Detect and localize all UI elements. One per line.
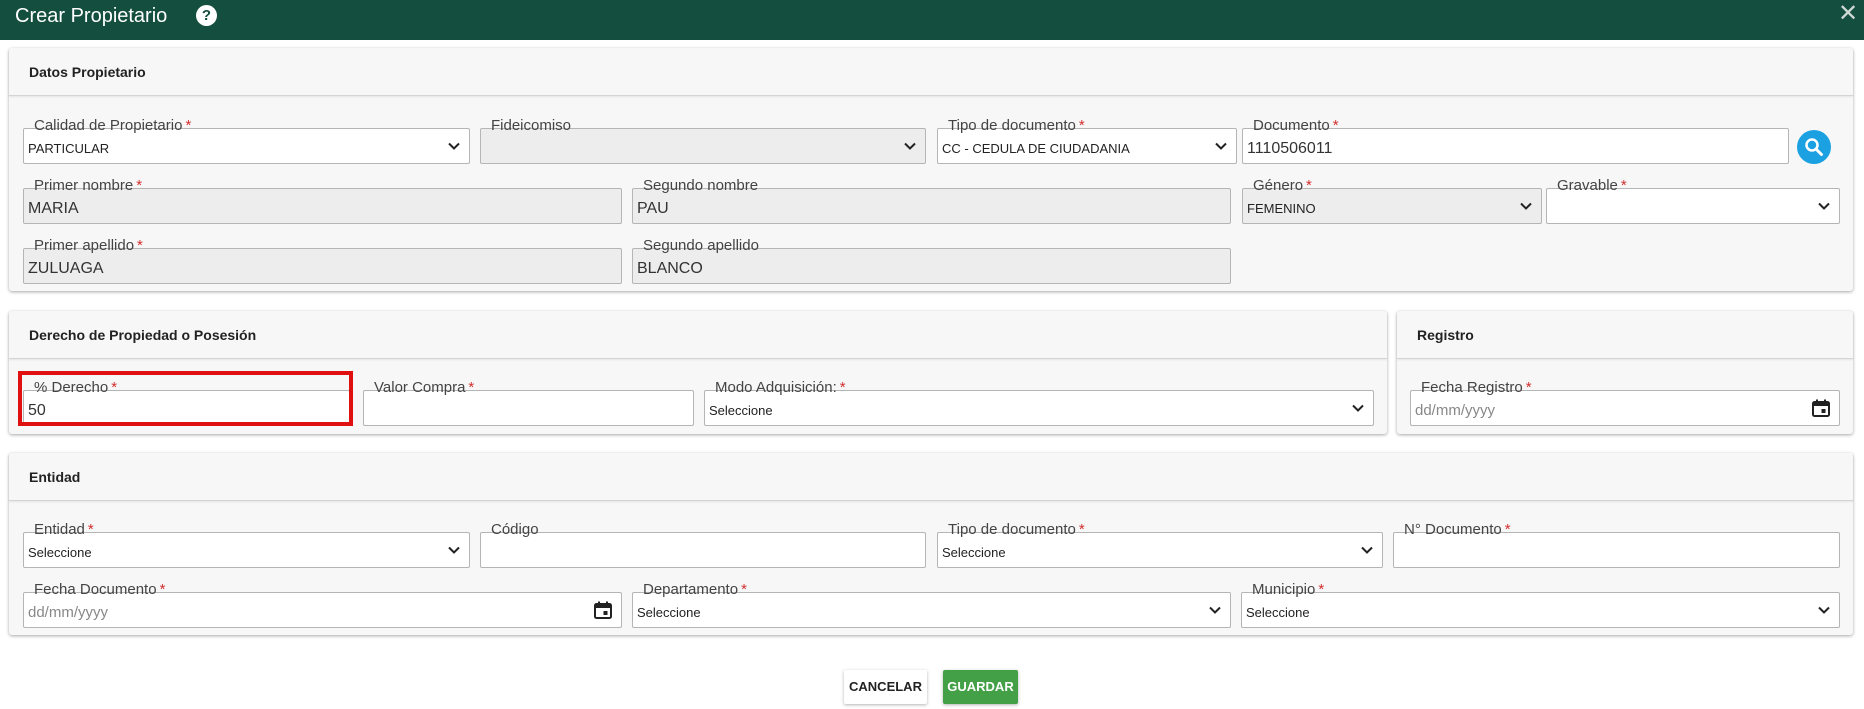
department-select[interactable]: Departamento * Seleccione bbox=[632, 581, 1231, 628]
help-icon[interactable]: ? bbox=[196, 5, 217, 26]
document-number-input[interactable]: Documento * 1110506011 bbox=[1242, 117, 1789, 164]
document-type-label: Tipo de documento * bbox=[944, 117, 1089, 134]
search-document-button[interactable] bbox=[1797, 130, 1831, 164]
document-type-select[interactable]: Tipo de documento * CC - CEDULA DE CIUDAD… bbox=[937, 117, 1237, 164]
acquisition-mode-label: Modo Adquisición: * bbox=[711, 379, 850, 396]
acquisition-mode-select[interactable]: Modo Adquisición: * Seleccione bbox=[704, 379, 1374, 426]
calendar-icon[interactable] bbox=[593, 600, 613, 620]
calendar-icon[interactable] bbox=[1811, 398, 1831, 418]
department-value: Seleccione bbox=[637, 605, 701, 620]
entity-panel: Entidad Entidad * Seleccione Código Tipo … bbox=[9, 453, 1853, 635]
registry-header: Registro bbox=[1397, 311, 1853, 359]
second-surname-input[interactable]: Segundo apellido BLANCO bbox=[632, 237, 1231, 284]
owner-quality-value: PARTICULAR bbox=[28, 141, 110, 156]
first-name-value: MARIA bbox=[28, 200, 79, 217]
chevron-down-icon bbox=[1818, 202, 1830, 210]
owner-data-header: Datos Propietario bbox=[9, 48, 1853, 96]
search-icon bbox=[1805, 138, 1823, 156]
chevron-down-icon bbox=[904, 142, 916, 150]
trust-label: Fideicomiso bbox=[487, 117, 576, 134]
chevron-down-icon bbox=[1818, 606, 1830, 614]
first-name-label: Primer nombre * bbox=[30, 177, 147, 194]
entity-document-type-value: Seleccione bbox=[942, 545, 1006, 560]
registry-title: Registro bbox=[1417, 327, 1474, 343]
code-label: Código bbox=[487, 521, 543, 538]
second-surname-value: BLANCO bbox=[637, 260, 703, 277]
department-label: Departamento * bbox=[639, 581, 751, 598]
registry-date-placeholder: dd/mm/yyyy bbox=[1415, 402, 1496, 419]
entity-document-number-label: N° Documento * bbox=[1400, 521, 1515, 538]
close-icon[interactable]: ✕ bbox=[1836, 1, 1860, 27]
owner-data-panel: Datos Propietario Calidad de Propietario… bbox=[9, 48, 1853, 291]
entity-document-type-select[interactable]: Tipo de documento * Seleccione bbox=[937, 521, 1383, 568]
document-date-input[interactable]: Fecha Documento * dd/mm/yyyy bbox=[23, 581, 622, 628]
entity-title: Entidad bbox=[29, 469, 81, 485]
taxable-label: Gravable * bbox=[1553, 177, 1631, 194]
purchase-value-label: Valor Compra * bbox=[370, 379, 479, 396]
dialog-title: Crear Propietario bbox=[15, 5, 168, 27]
taxable-select[interactable]: Gravable * bbox=[1546, 177, 1840, 224]
entity-document-number-input[interactable]: N° Documento * bbox=[1393, 521, 1840, 568]
gender-label: Género * bbox=[1249, 177, 1316, 194]
gender-select[interactable]: Género * FEMENINO bbox=[1242, 177, 1542, 224]
document-date-label: Fecha Documento * bbox=[30, 581, 170, 598]
cancel-button[interactable]: CANCELAR bbox=[844, 670, 927, 704]
second-name-label: Segundo nombre bbox=[639, 177, 763, 194]
property-rights-header: Derecho de Propiedad o Posesión bbox=[9, 311, 1387, 359]
municipality-select[interactable]: Municipio * Seleccione bbox=[1241, 581, 1840, 628]
entity-header: Entidad bbox=[9, 453, 1853, 501]
highlight-box bbox=[18, 371, 353, 426]
document-type-value: CC - CEDULA DE CIUDADANIA bbox=[942, 141, 1130, 156]
owner-quality-label: Calidad de Propietario * bbox=[30, 117, 196, 134]
entity-value: Seleccione bbox=[28, 545, 92, 560]
document-number-value: 1110506011 bbox=[1247, 140, 1333, 157]
municipality-value: Seleccione bbox=[1246, 605, 1310, 620]
save-button[interactable]: GUARDAR bbox=[943, 670, 1018, 704]
municipality-label: Municipio * bbox=[1248, 581, 1329, 598]
chevron-down-icon bbox=[448, 546, 460, 554]
owner-data-title: Datos Propietario bbox=[29, 64, 146, 80]
chevron-down-icon bbox=[1209, 606, 1221, 614]
chevron-down-icon bbox=[1520, 202, 1532, 210]
code-input[interactable]: Código bbox=[480, 521, 926, 568]
second-surname-label: Segundo apellido bbox=[639, 237, 763, 254]
property-rights-title: Derecho de Propiedad o Posesión bbox=[29, 327, 257, 343]
first-surname-value: ZULUAGA bbox=[28, 260, 104, 277]
second-name-input[interactable]: Segundo nombre PAU bbox=[632, 177, 1231, 224]
chevron-down-icon bbox=[1352, 404, 1364, 412]
chevron-down-icon bbox=[1215, 142, 1227, 150]
document-number-label: Documento * bbox=[1249, 117, 1343, 134]
first-name-input[interactable]: Primer nombre * MARIA bbox=[23, 177, 622, 224]
registry-date-input[interactable]: Fecha Registro * dd/mm/yyyy bbox=[1410, 379, 1840, 426]
owner-quality-select[interactable]: Calidad de Propietario * PARTICULAR bbox=[23, 117, 470, 164]
acquisition-mode-value: Seleccione bbox=[709, 403, 773, 418]
chevron-down-icon bbox=[448, 142, 460, 150]
gender-value: FEMENINO bbox=[1247, 201, 1316, 216]
dialog-titlebar: Crear Propietario ? ✕ bbox=[0, 0, 1864, 40]
purchase-value-input[interactable]: Valor Compra * bbox=[363, 379, 694, 426]
first-surname-label: Primer apellido * bbox=[30, 237, 147, 254]
document-date-placeholder: dd/mm/yyyy bbox=[28, 604, 109, 621]
second-name-value: PAU bbox=[637, 200, 669, 217]
chevron-down-icon bbox=[1361, 546, 1373, 554]
entity-select[interactable]: Entidad * Seleccione bbox=[23, 521, 470, 568]
registry-panel: Registro Fecha Registro * dd/mm/yyyy bbox=[1397, 311, 1853, 434]
registry-date-label: Fecha Registro * bbox=[1417, 379, 1536, 396]
trust-select[interactable]: Fideicomiso bbox=[480, 117, 926, 164]
entity-document-type-label: Tipo de documento * bbox=[944, 521, 1089, 538]
first-surname-input[interactable]: Primer apellido * ZULUAGA bbox=[23, 237, 622, 284]
entity-label: Entidad * bbox=[30, 521, 98, 538]
